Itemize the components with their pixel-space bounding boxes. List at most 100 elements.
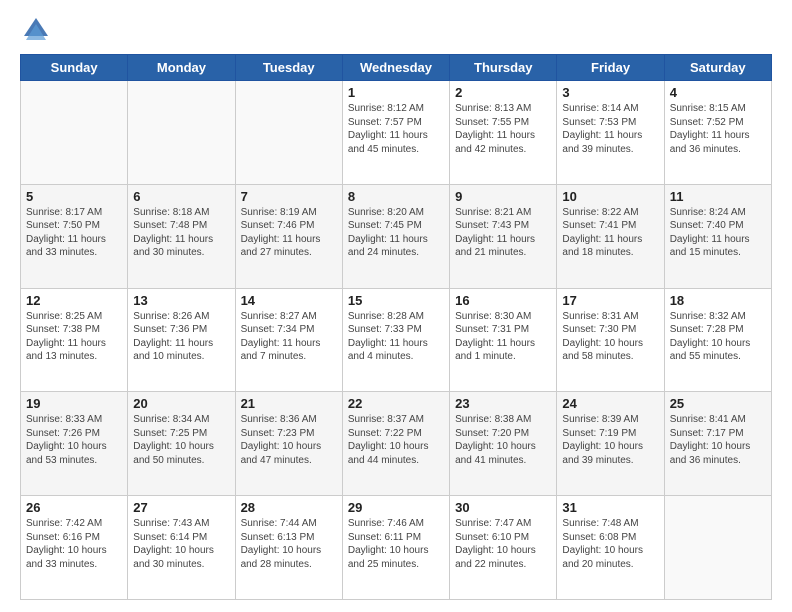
day-number: 18 (670, 293, 766, 308)
calendar-cell: 22Sunrise: 8:37 AM Sunset: 7:22 PM Dayli… (342, 392, 449, 496)
weekday-header-tuesday: Tuesday (235, 55, 342, 81)
day-number: 15 (348, 293, 444, 308)
day-info: Sunrise: 8:26 AM Sunset: 7:36 PM Dayligh… (133, 310, 229, 364)
calendar-cell: 8Sunrise: 8:20 AM Sunset: 7:45 PM Daylig… (342, 184, 449, 288)
calendar-cell (235, 81, 342, 185)
day-info: Sunrise: 7:43 AM Sunset: 6:14 PM Dayligh… (133, 517, 229, 571)
calendar-cell: 4 Sunrise: 8:15 AM Sunset: 7:52 PM Daylig… (664, 81, 771, 185)
calendar-cell: 25 Sunrise: 8:41 AM Sunset: 7:17 PM Dayli… (664, 392, 771, 496)
weekday-header-friday: Friday (557, 55, 664, 81)
calendar-cell: 3Sunrise: 8:14 AM Sunset: 7:53 PM Daylig… (557, 81, 664, 185)
day-info: Sunrise: 8:31 AM Sunset: 7:30 PM Dayligh… (562, 310, 658, 364)
day-info: Sunrise: 8:36 AM Sunset: 7:23 PM Dayligh… (241, 413, 337, 467)
calendar-cell: 6 Sunrise: 8:18 AM Sunset: 7:48 PM Daylig… (128, 184, 235, 288)
calendar-page: SundayMondayTuesdayWednesdayThursdayFrid… (0, 0, 792, 612)
weekday-header-wednesday: Wednesday (342, 55, 449, 81)
day-info: Sunrise: 8:24 AM Sunset: 7:40 PM Dayligh… (670, 206, 766, 260)
calendar-cell (128, 81, 235, 185)
weekday-header-saturday: Saturday (664, 55, 771, 81)
day-number: 29 (348, 500, 444, 515)
calendar-cell: 11 Sunrise: 8:24 AM Sunset: 7:40 PM Dayli… (664, 184, 771, 288)
day-info: Sunrise: 8:34 AM Sunset: 7:25 PM Dayligh… (133, 413, 229, 467)
calendar-cell: 5Sunrise: 8:17 AM Sunset: 7:50 PM Daylig… (21, 184, 128, 288)
calendar-cell: 24 Sunrise: 8:39 AM Sunset: 7:19 PM Dayli… (557, 392, 664, 496)
day-info: Sunrise: 7:48 AM Sunset: 6:08 PM Dayligh… (562, 517, 658, 571)
day-info: Sunrise: 8:32 AM Sunset: 7:28 PM Dayligh… (670, 310, 766, 364)
day-info: Sunrise: 7:46 AM Sunset: 6:11 PM Dayligh… (348, 517, 444, 571)
day-info: Sunrise: 8:37 AM Sunset: 7:22 PM Dayligh… (348, 413, 444, 467)
day-number: 17 (562, 293, 658, 308)
weekday-header-monday: Monday (128, 55, 235, 81)
calendar-cell: 23 Sunrise: 8:38 AM Sunset: 7:20 PM Dayli… (450, 392, 557, 496)
calendar-cell: 16 Sunrise: 8:30 AM Sunset: 7:31 PM Dayli… (450, 288, 557, 392)
calendar-cell: 21 Sunrise: 8:36 AM Sunset: 7:23 PM Dayli… (235, 392, 342, 496)
calendar-cell: 18 Sunrise: 8:32 AM Sunset: 7:28 PM Dayli… (664, 288, 771, 392)
calendar-cell: 1 Sunrise: 8:12 AM Sunset: 7:57 PM Daylig… (342, 81, 449, 185)
calendar-body: 1 Sunrise: 8:12 AM Sunset: 7:57 PM Daylig… (21, 81, 772, 600)
day-info: Sunrise: 8:41 AM Sunset: 7:17 PM Dayligh… (670, 413, 766, 467)
day-number: 27 (133, 500, 229, 515)
day-number: 2 (455, 85, 551, 100)
day-number: 16 (455, 293, 551, 308)
calendar-cell: 26 Sunrise: 7:42 AM Sunset: 6:16 PM Dayli… (21, 496, 128, 600)
day-number: 19 (26, 396, 122, 411)
day-info: Sunrise: 8:25 AM Sunset: 7:38 PM Dayligh… (26, 310, 122, 364)
day-info: Sunrise: 8:15 AM Sunset: 7:52 PM Dayligh… (670, 102, 766, 156)
day-number: 24 (562, 396, 658, 411)
day-number: 26 (26, 500, 122, 515)
calendar-cell: 2 Sunrise: 8:13 AM Sunset: 7:55 PM Daylig… (450, 81, 557, 185)
week-row-1: 1 Sunrise: 8:12 AM Sunset: 7:57 PM Daylig… (21, 81, 772, 185)
day-number: 23 (455, 396, 551, 411)
calendar-cell: 27 Sunrise: 7:43 AM Sunset: 6:14 PM Dayli… (128, 496, 235, 600)
logo (20, 16, 50, 44)
weekday-header-thursday: Thursday (450, 55, 557, 81)
day-number: 25 (670, 396, 766, 411)
calendar-cell: 17 Sunrise: 8:31 AM Sunset: 7:30 PM Dayli… (557, 288, 664, 392)
day-number: 7 (241, 189, 337, 204)
day-number: 11 (670, 189, 766, 204)
calendar-cell: 13 Sunrise: 8:26 AM Sunset: 7:36 PM Dayli… (128, 288, 235, 392)
day-info: Sunrise: 8:38 AM Sunset: 7:20 PM Dayligh… (455, 413, 551, 467)
calendar-table: SundayMondayTuesdayWednesdayThursdayFrid… (20, 54, 772, 600)
day-info: Sunrise: 8:39 AM Sunset: 7:19 PM Dayligh… (562, 413, 658, 467)
day-number: 21 (241, 396, 337, 411)
calendar-cell: 7 Sunrise: 8:19 AM Sunset: 7:46 PM Daylig… (235, 184, 342, 288)
calendar-cell (21, 81, 128, 185)
weekday-header-sunday: Sunday (21, 55, 128, 81)
calendar-cell: 20Sunrise: 8:34 AM Sunset: 7:25 PM Dayli… (128, 392, 235, 496)
day-info: Sunrise: 8:19 AM Sunset: 7:46 PM Dayligh… (241, 206, 337, 260)
day-info: Sunrise: 8:22 AM Sunset: 7:41 PM Dayligh… (562, 206, 658, 260)
day-number: 28 (241, 500, 337, 515)
day-number: 6 (133, 189, 229, 204)
day-number: 10 (562, 189, 658, 204)
day-number: 14 (241, 293, 337, 308)
week-row-3: 12 Sunrise: 8:25 AM Sunset: 7:38 PM Dayli… (21, 288, 772, 392)
day-number: 9 (455, 189, 551, 204)
day-info: Sunrise: 8:12 AM Sunset: 7:57 PM Dayligh… (348, 102, 444, 156)
day-number: 13 (133, 293, 229, 308)
calendar-cell: 19 Sunrise: 8:33 AM Sunset: 7:26 PM Dayli… (21, 392, 128, 496)
calendar-cell: 30Sunrise: 7:47 AM Sunset: 6:10 PM Dayli… (450, 496, 557, 600)
day-number: 1 (348, 85, 444, 100)
day-number: 4 (670, 85, 766, 100)
day-info: Sunrise: 8:13 AM Sunset: 7:55 PM Dayligh… (455, 102, 551, 156)
day-info: Sunrise: 8:21 AM Sunset: 7:43 PM Dayligh… (455, 206, 551, 260)
day-info: Sunrise: 8:30 AM Sunset: 7:31 PM Dayligh… (455, 310, 551, 364)
day-number: 12 (26, 293, 122, 308)
day-info: Sunrise: 7:47 AM Sunset: 6:10 PM Dayligh… (455, 517, 551, 571)
day-info: Sunrise: 8:20 AM Sunset: 7:45 PM Dayligh… (348, 206, 444, 260)
calendar-cell (664, 496, 771, 600)
header (20, 16, 772, 44)
day-info: Sunrise: 8:33 AM Sunset: 7:26 PM Dayligh… (26, 413, 122, 467)
week-row-4: 19 Sunrise: 8:33 AM Sunset: 7:26 PM Dayli… (21, 392, 772, 496)
day-number: 31 (562, 500, 658, 515)
calendar-cell: 14Sunrise: 8:27 AM Sunset: 7:34 PM Dayli… (235, 288, 342, 392)
calendar-cell: 10 Sunrise: 8:22 AM Sunset: 7:41 PM Dayli… (557, 184, 664, 288)
calendar-cell: 15Sunrise: 8:28 AM Sunset: 7:33 PM Dayli… (342, 288, 449, 392)
day-info: Sunrise: 8:18 AM Sunset: 7:48 PM Dayligh… (133, 206, 229, 260)
day-info: Sunrise: 7:42 AM Sunset: 6:16 PM Dayligh… (26, 517, 122, 571)
calendar-cell: 28 Sunrise: 7:44 AM Sunset: 6:13 PM Dayli… (235, 496, 342, 600)
calendar-cell: 9 Sunrise: 8:21 AM Sunset: 7:43 PM Daylig… (450, 184, 557, 288)
week-row-2: 5Sunrise: 8:17 AM Sunset: 7:50 PM Daylig… (21, 184, 772, 288)
day-info: Sunrise: 7:44 AM Sunset: 6:13 PM Dayligh… (241, 517, 337, 571)
